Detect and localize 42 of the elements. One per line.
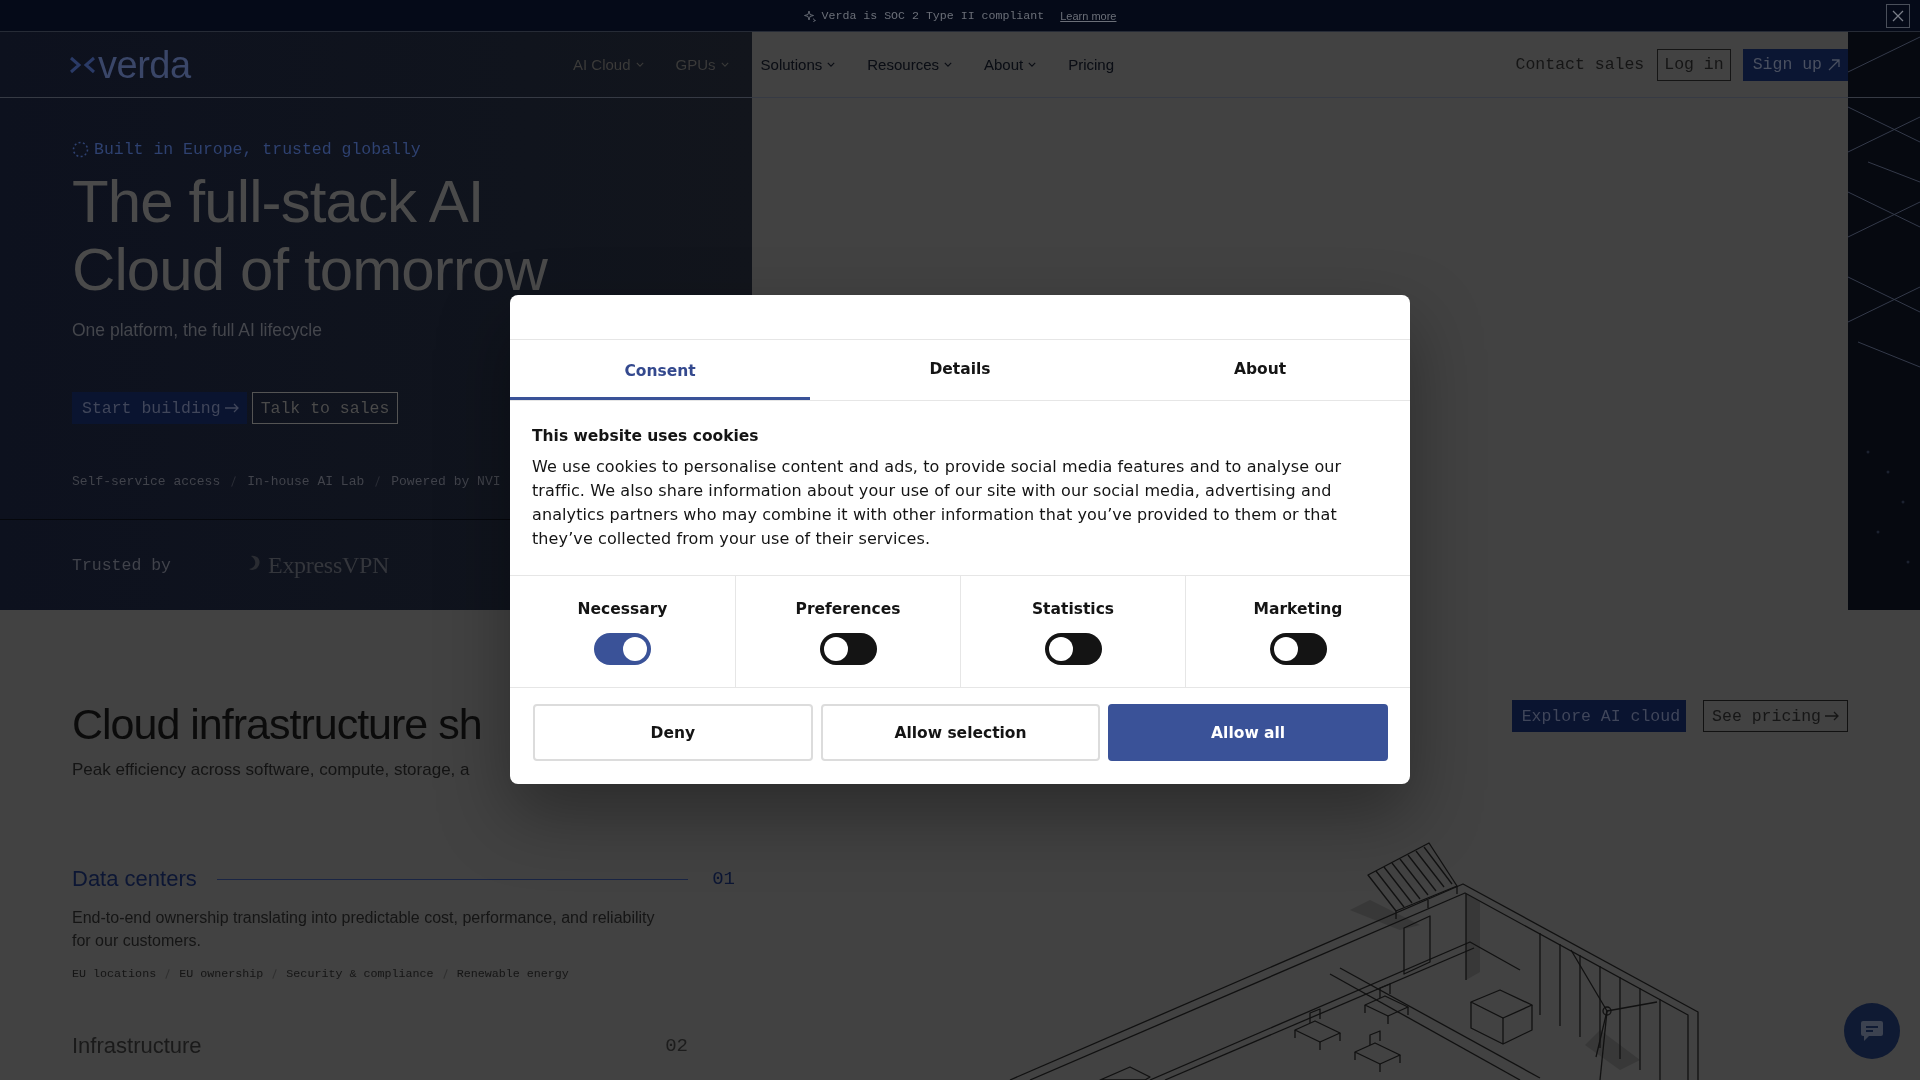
choice-button[interactable]: Deny [533, 704, 813, 761]
logo-link[interactable]: verda [70, 45, 191, 84]
outline-button[interactable]: Talk to sales [251, 392, 399, 424]
chevrons-icon [70, 55, 95, 74]
choice-button[interactable]: Allow selection [820, 704, 1101, 761]
chevron-down-icon [635, 62, 644, 67]
arrow-right-icon [1825, 711, 1839, 721]
chevron-down-icon [827, 62, 836, 67]
toggle-switch[interactable] [819, 633, 877, 665]
chevron-down-icon [944, 62, 952, 67]
dialog-tab[interactable]: About [1110, 340, 1410, 400]
nav-link[interactable]: Resources [867, 56, 952, 73]
dialog-heading: This website uses cookies [532, 426, 760, 446]
toggle-label: Statistics [1031, 599, 1115, 619]
dialog-tab[interactable]: Details [810, 340, 1110, 400]
toggle-label: Marketing [1253, 599, 1343, 619]
close-button[interactable] [1886, 3, 1910, 28]
toggle-switch[interactable] [1044, 633, 1102, 665]
dialog-tab[interactable]: Consent [510, 340, 810, 400]
nav-link[interactable]: About [984, 56, 1037, 73]
chevron-down-icon [1028, 62, 1037, 67]
chat-bubble-icon [1860, 1020, 1884, 1042]
accept-button[interactable]: Allow all [1108, 704, 1388, 761]
toggle-switch[interactable] [1269, 633, 1327, 665]
arrow-right-icon [224, 403, 239, 413]
nav-link[interactable]: Pricing [1068, 56, 1115, 73]
learn-more-link[interactable]: Learn more [1060, 9, 1117, 22]
dotted-circle-icon [72, 140, 89, 158]
section-title: Cloud infrastructure sh [72, 699, 482, 750]
arrow-up-right-icon [1828, 58, 1840, 71]
dialog-text: We use cookies to personalise content and ads, to provide social media features and to analyse our traffic. We also share information about your use of our site with our social media, advertising and analytics partners who may combine it with other information that you’ve provided to them or that they’ve collected from your use of their services. [532, 456, 1343, 550]
signup-button[interactable]: Sign up [1742, 48, 1848, 81]
toggle-switch[interactable] [594, 633, 651, 665]
sparkle-icon [803, 9, 816, 22]
toggle-label: Preferences [795, 599, 901, 619]
hero-headline: The full-stack AI Cloud of tomorrow [72, 168, 549, 304]
close-icon [1892, 9, 1904, 22]
announcement-text: Verda is SOC 2 Type II compliant [821, 9, 1045, 22]
toggle-label: Necessary [577, 599, 668, 619]
nav-link[interactable]: Solutions [760, 56, 836, 73]
chevron-down-icon [720, 62, 729, 67]
eyebrow-text: Built in Europe, trusted globally [94, 139, 421, 159]
